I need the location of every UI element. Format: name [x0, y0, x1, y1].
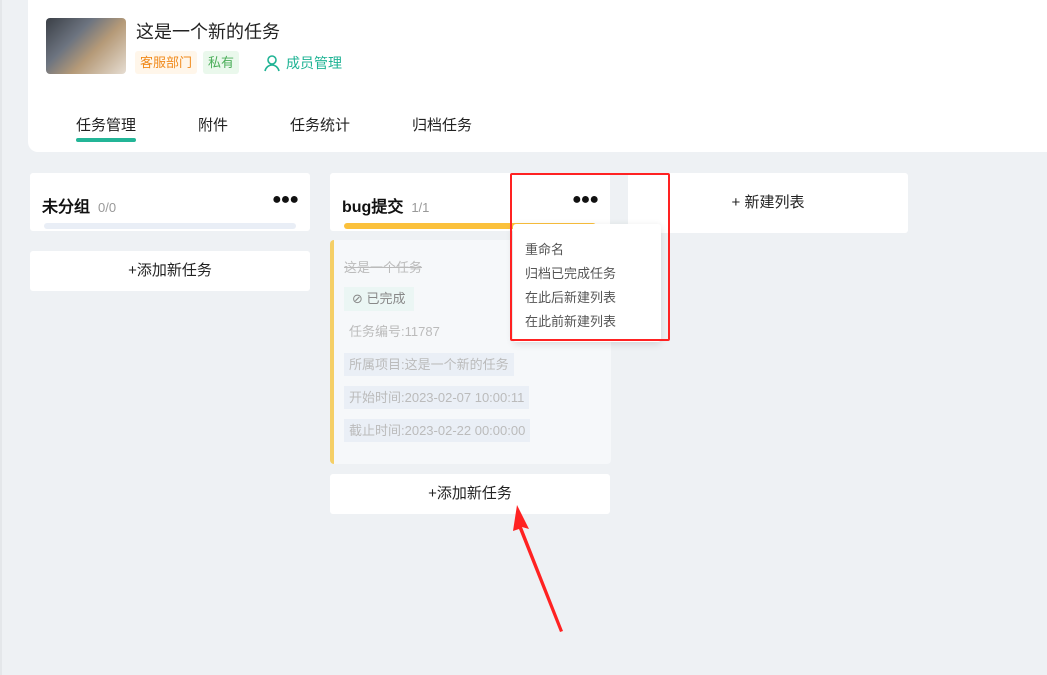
- tab-task-management[interactable]: 任务管理: [76, 114, 137, 144]
- members-label: 成员管理: [286, 55, 342, 71]
- column-header-ungrouped: 未分组 0/0 ●●●: [30, 173, 310, 231]
- column-count: 1/1: [411, 200, 430, 215]
- task-project: 所属项目:这是一个新的任务: [344, 353, 514, 376]
- check-circle-icon: ⊘: [352, 291, 363, 306]
- private-tag: 私有: [203, 51, 240, 74]
- user-icon: [264, 54, 280, 71]
- task-title: 这是一个任务: [344, 260, 423, 275]
- task-start: 开始时间:2023-02-07 10:00:11: [344, 386, 530, 409]
- column-name: 未分组: [42, 199, 91, 216]
- tab-statistics[interactable]: 任务统计: [290, 114, 350, 144]
- tab-attachments[interactable]: 附件: [198, 114, 228, 144]
- tab-bar: 任务管理 附件 任务统计 归档任务: [76, 114, 534, 144]
- status-badge: ⊘ 已完成: [344, 287, 414, 311]
- annotation-arrow: [513, 505, 563, 632]
- annotation-box: [510, 173, 670, 341]
- task-end: 截止时间:2023-02-22 00:00:00: [344, 419, 531, 442]
- department-tag: 客服部门: [135, 51, 198, 74]
- project-header: 这是一个新的任务 客服部门 私有 成员管理 任务管理 附件 任务统计 归档任务: [28, 0, 1047, 152]
- column-count: 0/0: [98, 200, 117, 215]
- status-label: 已完成: [366, 291, 406, 306]
- task-id: 任务编号:11787: [349, 324, 440, 339]
- tab-archived[interactable]: 归档任务: [412, 114, 472, 144]
- column-name: bug提交: [342, 199, 404, 216]
- new-list-button[interactable]: + 新建列表: [628, 173, 908, 233]
- members-button[interactable]: 成员管理: [264, 53, 342, 73]
- project-thumbnail: [46, 18, 126, 74]
- add-task-button[interactable]: +添加新任务: [30, 251, 310, 291]
- progress-bar: [44, 223, 296, 229]
- more-icon[interactable]: ●●●: [272, 191, 299, 209]
- project-title: 这是一个新的任务: [136, 22, 280, 42]
